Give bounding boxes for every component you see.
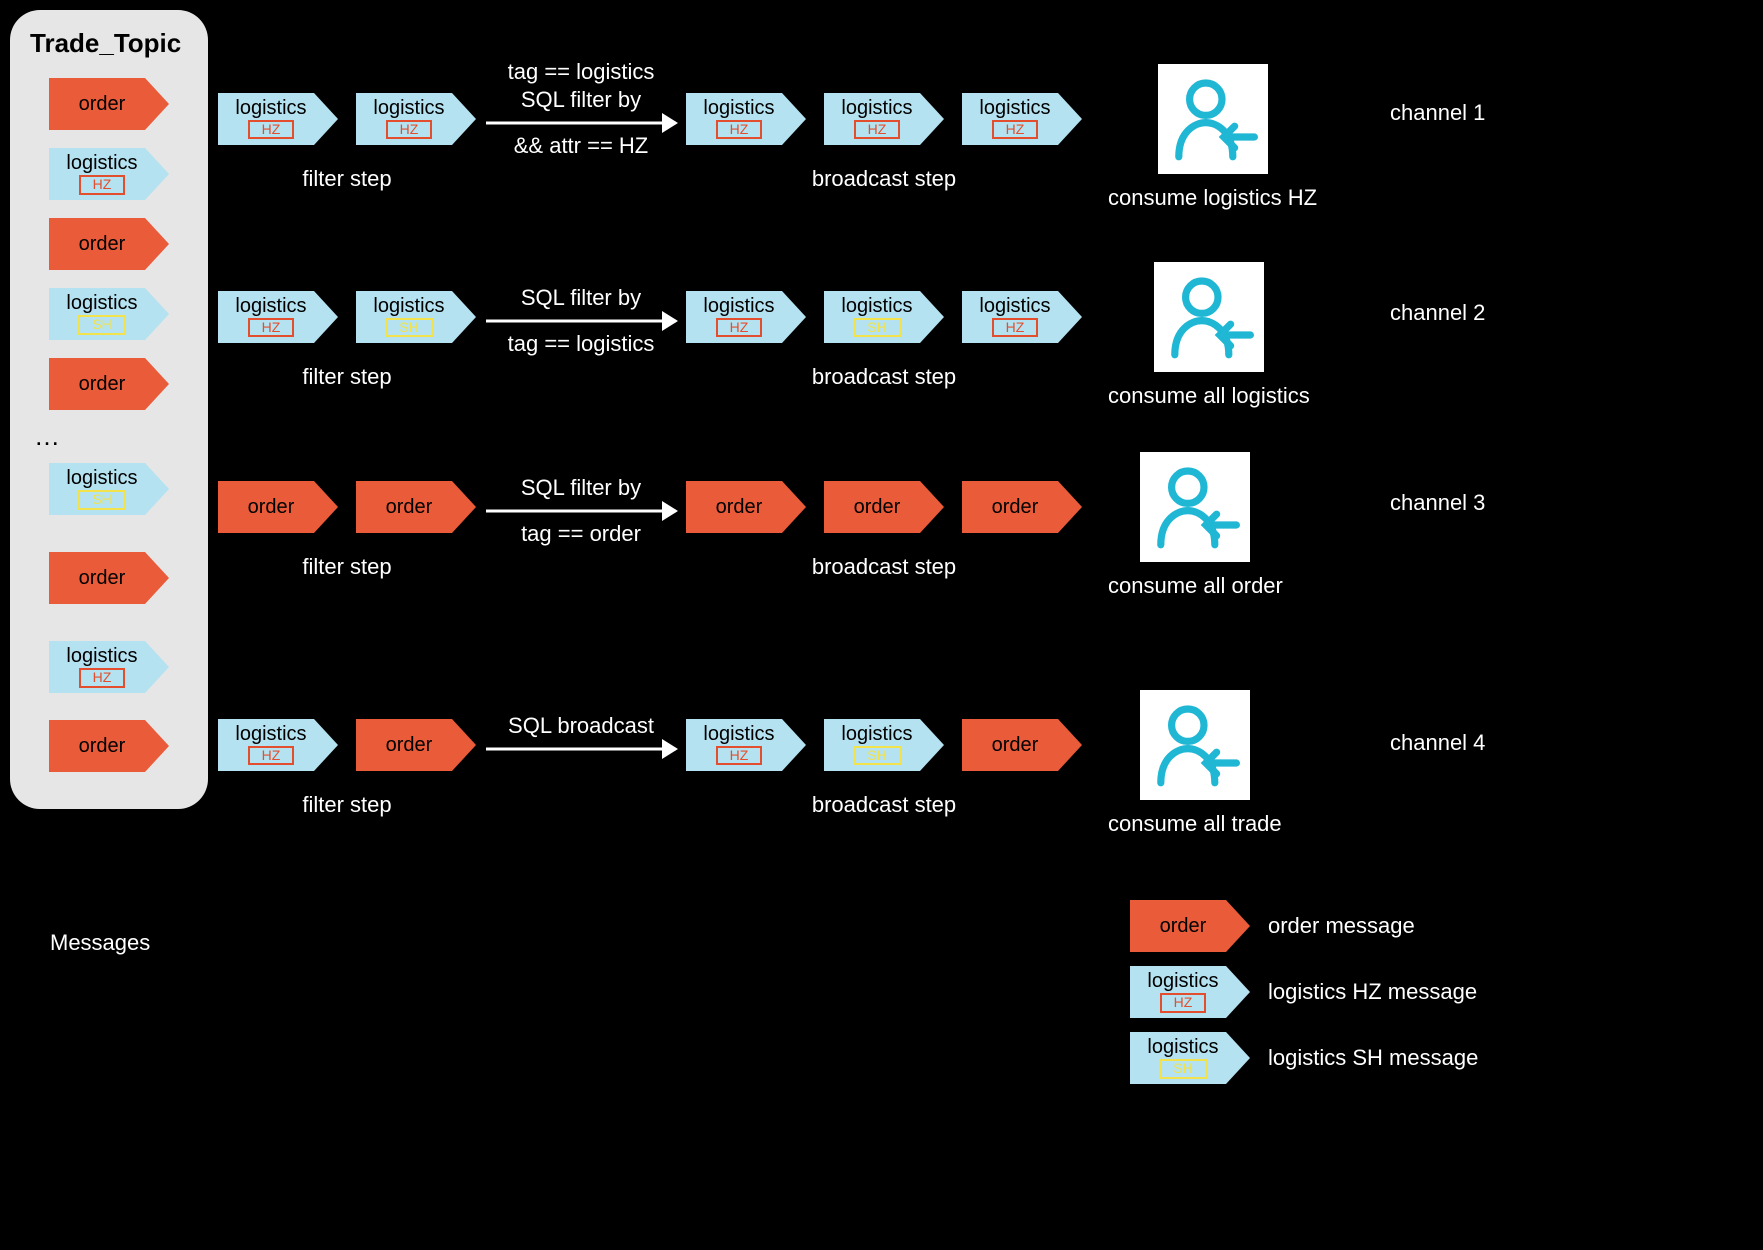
tag-sub: SH <box>78 315 125 334</box>
user-icon <box>1158 64 1268 174</box>
r3-t1: order <box>218 481 338 533</box>
r1-bt3: logisticsHZ <box>962 93 1082 145</box>
legend-logistics-sh: logisticsSH logistics SH message <box>1130 1032 1478 1084</box>
r2-t2: logisticsSH <box>356 291 476 343</box>
r2-bt2: logisticsSH <box>824 291 944 343</box>
r2-bt3: logisticsHZ <box>962 291 1082 343</box>
r4-t1: logisticsHZ <box>218 719 338 771</box>
topic-tag-logistics-hz-1: logistics HZ <box>49 148 169 200</box>
r1-arrow-cap3: && attr == HZ <box>514 133 649 159</box>
tag-sub: SH <box>78 490 125 509</box>
ch4-label: channel 4 <box>1390 730 1485 756</box>
ch3-label: channel 3 <box>1390 490 1485 516</box>
topic-tag-logistics-hz-2: logistics HZ <box>49 641 169 693</box>
topic-tag-order-2: order <box>49 218 169 270</box>
r3-bt1: order <box>686 481 806 533</box>
tag-sub: HZ <box>79 175 126 194</box>
r3-bt2: order <box>824 481 944 533</box>
user-icon <box>1154 262 1264 372</box>
user-icon <box>1140 690 1250 800</box>
r1-bt2: logisticsHZ <box>824 93 944 145</box>
r1-user-label: consume logistics HZ <box>1108 184 1317 212</box>
legend-logistics-hz: logisticsHZ logistics HZ message <box>1130 966 1478 1018</box>
tag-label: logistics <box>66 293 137 313</box>
row-2: logisticsHZ logisticsSH filter step SQL … <box>218 262 1310 410</box>
legend-text: logistics HZ message <box>1268 979 1477 1005</box>
r1-user: consume logistics HZ <box>1108 64 1317 212</box>
r1-arrow-cap2: tag == logistics <box>508 59 655 85</box>
ch1-label: channel 1 <box>1390 100 1485 126</box>
legend-order: order order message <box>1130 900 1478 952</box>
tag-label: logistics <box>66 468 137 488</box>
r2-user: consume all logistics <box>1108 262 1310 410</box>
legend: order order message logisticsHZ logistic… <box>1130 900 1478 1084</box>
topic-tag-order-4: order <box>49 552 169 604</box>
r3-user: consume all order <box>1108 452 1283 600</box>
legend-text: order message <box>1268 913 1415 939</box>
row-3: order order filter step SQL filter by ta… <box>218 452 1283 600</box>
tag-label: logistics <box>66 153 137 173</box>
tag-label: order <box>79 374 126 394</box>
row-1: logisticsHZ logisticsHZ filter step SQL … <box>218 64 1317 212</box>
topic-tag-logistics-sh-2: logistics SH <box>49 463 169 515</box>
topic-title: Trade_Topic <box>24 28 181 59</box>
tag-label: order <box>79 94 126 114</box>
r1-broadcast-cap: broadcast step <box>812 166 956 192</box>
topic-box: Trade_Topic order logistics HZ order logi… <box>10 10 208 809</box>
topic-tag-order-3: order <box>49 358 169 410</box>
tag-label: order <box>79 736 126 756</box>
topic-tag-logistics-sh-1: logistics SH <box>49 288 169 340</box>
r4-bt3: order <box>962 719 1082 771</box>
r3-bt3: order <box>962 481 1082 533</box>
tag-sub: HZ <box>79 668 126 687</box>
row1-filter-group: logisticsHZ logisticsHZ filter step <box>218 84 476 192</box>
ch2-label: channel 2 <box>1390 300 1485 326</box>
r4-bt1: logisticsHZ <box>686 719 806 771</box>
r1-arrow-cap1: SQL filter by <box>521 87 641 113</box>
r1-filter-cap: filter step <box>302 166 391 192</box>
r2-t1: logisticsHZ <box>218 291 338 343</box>
legend-text: logistics SH message <box>1268 1045 1478 1071</box>
diagram-canvas: Trade_Topic order logistics HZ order logi… <box>0 0 1763 1250</box>
r4-user: consume all trade <box>1108 690 1282 838</box>
r1-t1: logisticsHZ <box>218 93 338 145</box>
r1-t2: logisticsHZ <box>356 93 476 145</box>
r2-bt1: logisticsHZ <box>686 291 806 343</box>
ellipsis: … <box>24 421 60 452</box>
messages-label: Messages <box>50 930 150 956</box>
row1-broadcast-group: logisticsHZ logisticsHZ logisticsHZ broa… <box>686 84 1082 192</box>
topic-tag-order-5: order <box>49 720 169 772</box>
user-icon <box>1140 452 1250 562</box>
tag-label: logistics <box>66 646 137 666</box>
r4-t2: order <box>356 719 476 771</box>
r1-bt1: logisticsHZ <box>686 93 806 145</box>
r3-t2: order <box>356 481 476 533</box>
row-4: logisticsHZ order filter step SQL broadc… <box>218 690 1282 838</box>
topic-tag-order-1: order <box>49 78 169 130</box>
r4-bt2: logisticsSH <box>824 719 944 771</box>
tag-label: order <box>79 568 126 588</box>
tag-label: order <box>79 234 126 254</box>
